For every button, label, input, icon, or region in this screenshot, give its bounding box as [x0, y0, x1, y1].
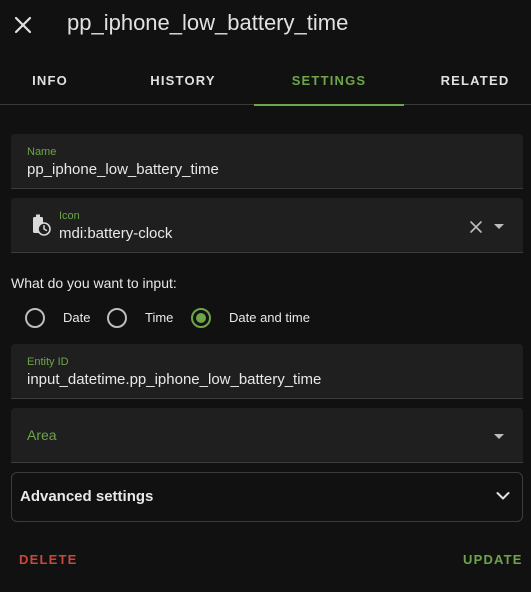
tab-related[interactable]: RELATED	[425, 56, 525, 105]
name-label: Name	[27, 146, 57, 158]
update-button[interactable]: UPDATE	[463, 552, 523, 567]
radio-date[interactable]	[25, 308, 45, 328]
delete-button[interactable]: DELETE	[19, 552, 77, 567]
advanced-settings-expander[interactable]: Advanced settings	[11, 472, 523, 522]
input-type-radio-group: Date Time Date and time	[0, 303, 531, 333]
dialog-header: pp_iphone_low_battery_time	[0, 0, 531, 52]
close-button[interactable]	[12, 14, 34, 36]
battery-clock-icon	[33, 214, 51, 236]
radio-date-label: Date	[63, 310, 91, 325]
radio-time-label: Time	[145, 310, 174, 325]
chevron-down-icon[interactable]	[494, 434, 504, 439]
name-field[interactable]: Name pp_iphone_low_battery_time	[11, 134, 523, 189]
entity-id-field[interactable]: Entity ID input_datetime.pp_iphone_low_b…	[11, 344, 523, 399]
tab-history[interactable]: HISTORY	[133, 56, 233, 105]
radio-date-and-time[interactable]	[191, 308, 211, 328]
tab-settings[interactable]: SETTINGS	[254, 56, 404, 106]
area-placeholder: Area	[27, 427, 57, 443]
entity-id-label: Entity ID	[27, 356, 69, 368]
advanced-settings-title: Advanced settings	[20, 488, 154, 505]
area-select[interactable]: Area	[11, 408, 523, 463]
chevron-down-icon[interactable]	[494, 224, 504, 229]
tab-info[interactable]: INFO	[0, 56, 100, 105]
entity-id-input[interactable]: input_datetime.pp_iphone_low_battery_tim…	[27, 371, 321, 388]
icon-label: Icon	[59, 210, 80, 222]
name-input[interactable]: pp_iphone_low_battery_time	[27, 161, 219, 178]
radio-date-and-time-label: Date and time	[229, 310, 310, 325]
tab-bar: INFO HISTORY SETTINGS RELATED	[0, 56, 531, 106]
input-type-question: What do you want to input:	[11, 275, 177, 291]
icon-picker-field[interactable]: Icon mdi:battery-clock	[11, 198, 523, 253]
clear-icon[interactable]	[469, 220, 483, 234]
chevron-down-icon	[496, 492, 510, 500]
radio-time[interactable]	[107, 308, 127, 328]
close-icon	[14, 16, 32, 34]
dialog-title: pp_iphone_low_battery_time	[67, 10, 349, 35]
icon-input[interactable]: mdi:battery-clock	[59, 225, 172, 242]
